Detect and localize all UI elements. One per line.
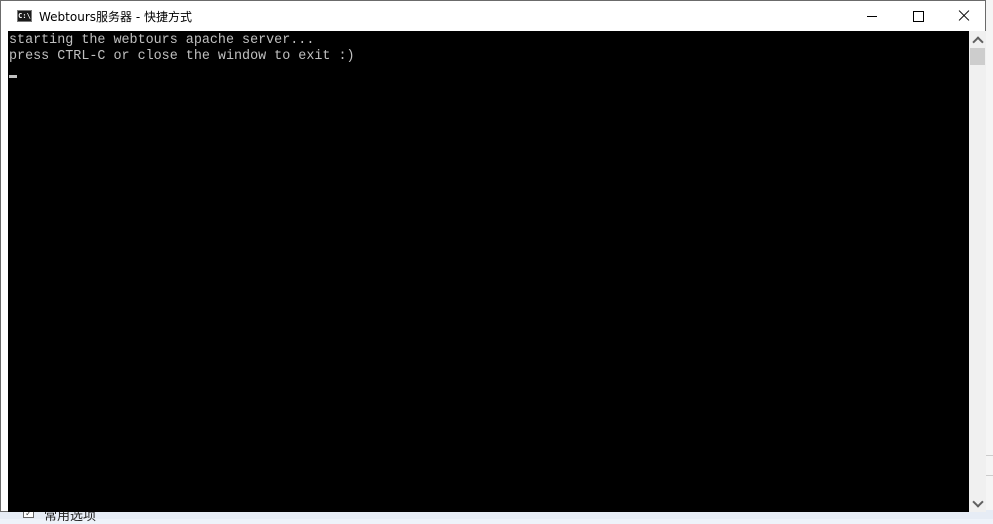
chevron-down-icon xyxy=(971,495,984,508)
vertical-scrollbar[interactable] xyxy=(969,31,986,512)
scrollbar-thumb[interactable] xyxy=(970,48,985,65)
minimize-button[interactable] xyxy=(849,1,895,31)
console-window: C:\ Webtours服务器 - 快捷方式 starting the webt… xyxy=(0,0,986,512)
title-bar[interactable]: C:\ Webtours服务器 - 快捷方式 xyxy=(1,1,985,31)
divider xyxy=(986,475,993,476)
chevron-up-icon xyxy=(971,35,984,48)
console-line: press CTRL-C or close the window to exit… xyxy=(9,49,355,64)
console-icon: C:\ xyxy=(17,10,32,22)
close-icon xyxy=(958,10,970,22)
maximize-icon xyxy=(912,10,924,22)
close-button[interactable] xyxy=(941,1,987,31)
divider xyxy=(986,455,993,456)
maximize-button[interactable] xyxy=(895,1,941,31)
window-title: Webtours服务器 - 快捷方式 xyxy=(39,10,192,24)
scroll-up-button[interactable] xyxy=(969,31,986,48)
text-cursor xyxy=(9,75,17,78)
background-window-edge xyxy=(986,0,993,519)
scroll-down-button[interactable] xyxy=(969,495,986,512)
console-line: starting the webtours apache server... xyxy=(9,33,315,48)
console-output[interactable]: starting the webtours apache server... p… xyxy=(8,31,969,512)
minimize-icon xyxy=(867,15,877,17)
